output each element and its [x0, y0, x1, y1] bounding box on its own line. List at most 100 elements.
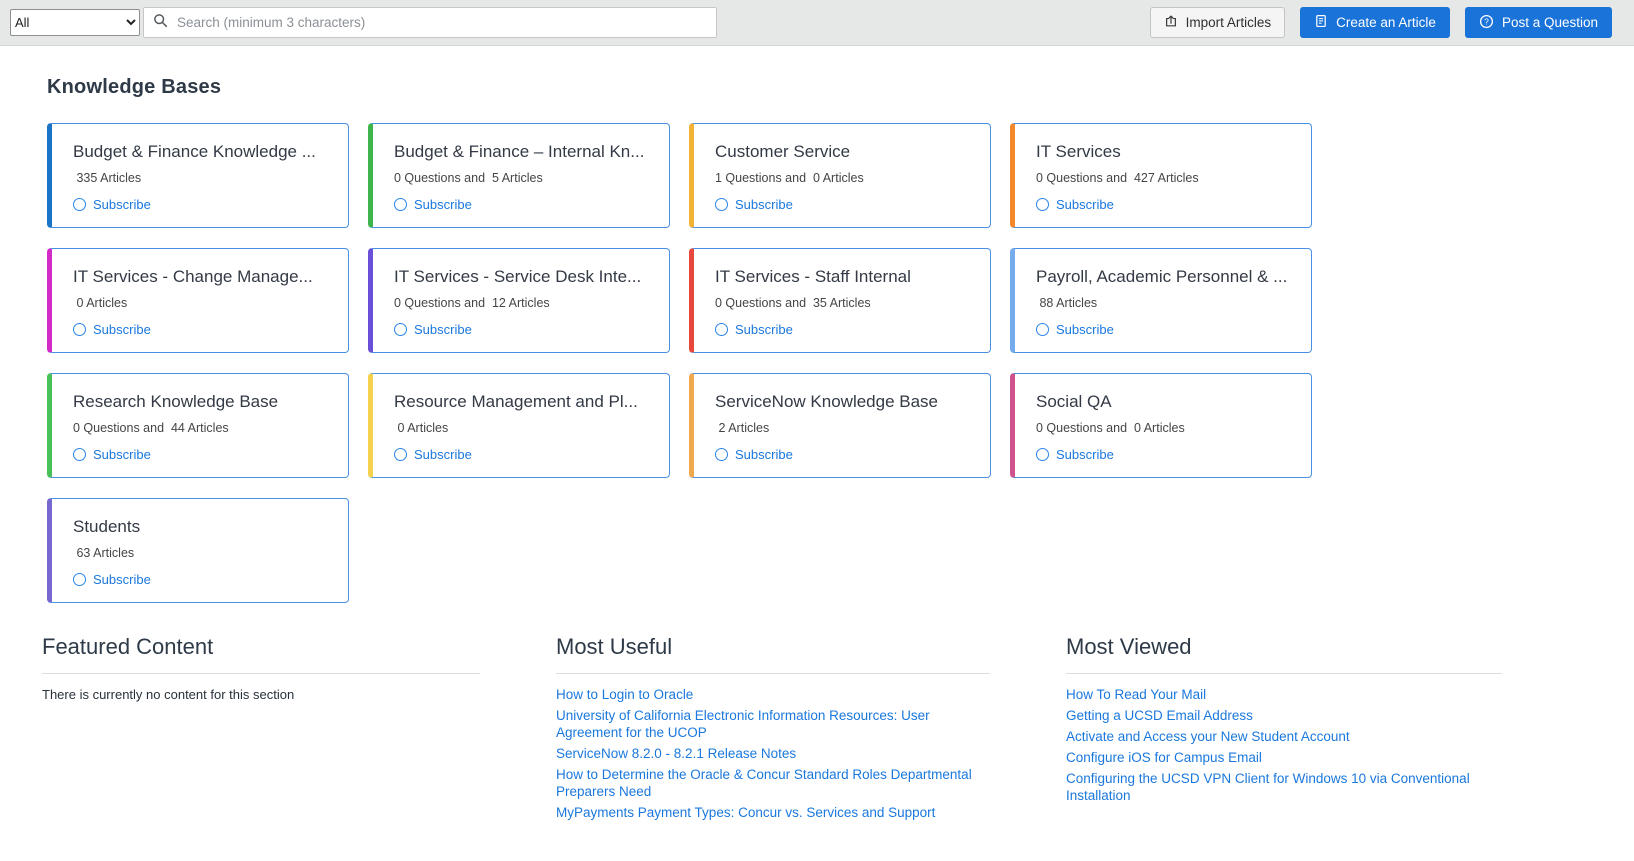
- subscribe-link[interactable]: Subscribe: [1036, 197, 1114, 212]
- knowledge-base-title: Social QA: [1036, 392, 1112, 411]
- page-title: Knowledge Bases: [47, 76, 222, 98]
- knowledge-base-title: Resource Management and Pl...: [394, 392, 638, 411]
- search-icon: [153, 13, 168, 33]
- knowledge-base-title: IT Services: [1036, 142, 1121, 161]
- subscribe-link[interactable]: Subscribe: [715, 447, 793, 462]
- article-link[interactable]: ServiceNow 8.2.0 - 8.2.1 Release Notes: [556, 746, 796, 761]
- list-item: ServiceNow 8.2.0 - 8.2.1 Release Notes: [556, 745, 990, 762]
- knowledge-base-count: 0 Questions and 5 Articles: [394, 171, 543, 185]
- subscribe-radio-icon: [394, 198, 407, 211]
- subscribe-link[interactable]: Subscribe: [715, 197, 793, 212]
- knowledge-base-title: ServiceNow Knowledge Base: [715, 392, 939, 411]
- knowledge-base-title: IT Services - Change Manage...: [73, 267, 313, 286]
- knowledge-base-count: 0 Articles: [394, 421, 449, 435]
- knowledge-base-title: IT Services - Service Desk Inte...: [394, 267, 642, 286]
- knowledge-base-count: 88 Articles: [1036, 296, 1098, 310]
- article-link[interactable]: Activate and Access your New Student Acc…: [1066, 729, 1350, 744]
- article-link[interactable]: Getting a UCSD Email Address: [1066, 708, 1253, 723]
- knowledge-base-card[interactable]: Budget & Finance Knowledge ... 335 Artic…: [47, 123, 349, 228]
- post-question-button[interactable]: ? Post a Question: [1464, 7, 1612, 38]
- knowledge-base-count: 0 Questions and 44 Articles: [73, 421, 229, 435]
- article-link[interactable]: Configure iOS for Campus Email: [1066, 750, 1262, 765]
- search-input[interactable]: [175, 14, 707, 31]
- bottom-sections: Featured Content There is currently no c…: [42, 634, 1634, 825]
- article-link[interactable]: University of California Electronic Info…: [556, 708, 930, 740]
- subscribe-link[interactable]: Subscribe: [73, 447, 151, 462]
- subscribe-link[interactable]: Subscribe: [73, 572, 151, 587]
- list-item: Configure iOS for Campus Email: [1066, 749, 1502, 766]
- subscribe-radio-icon: [73, 448, 86, 461]
- knowledge-base-card[interactable]: IT Services - Service Desk Inte... 0 Que…: [368, 248, 670, 353]
- article-link[interactable]: How to Login to Oracle: [556, 687, 693, 702]
- subscribe-radio-icon: [715, 323, 728, 336]
- create-article-button[interactable]: Create an Article: [1300, 7, 1450, 38]
- knowledge-base-card[interactable]: Payroll, Academic Personnel & ... 88 Art…: [1010, 248, 1312, 353]
- most-useful-title: Most Useful: [556, 634, 990, 674]
- subscribe-radio-icon: [73, 198, 86, 211]
- knowledge-base-card[interactable]: Budget & Finance – Internal Kn... 0 Ques…: [368, 123, 670, 228]
- import-articles-button[interactable]: Import Articles: [1149, 7, 1286, 38]
- subscribe-label: Subscribe: [93, 447, 151, 462]
- knowledge-base-card[interactable]: Social QA 0 Questions and 0 Articles Sub…: [1010, 373, 1312, 478]
- knowledge-base-count: 0 Questions and 12 Articles: [394, 296, 550, 310]
- subscribe-link[interactable]: Subscribe: [394, 322, 472, 337]
- article-link[interactable]: Configuring the UCSD VPN Client for Wind…: [1066, 771, 1470, 803]
- subscribe-label: Subscribe: [93, 572, 151, 587]
- subscribe-label: Subscribe: [1056, 447, 1114, 462]
- knowledge-base-card[interactable]: Customer Service 1 Questions and 0 Artic…: [689, 123, 991, 228]
- knowledge-base-card[interactable]: ServiceNow Knowledge Base 2 Articles Sub…: [689, 373, 991, 478]
- subscribe-label: Subscribe: [735, 197, 793, 212]
- subscribe-label: Subscribe: [735, 447, 793, 462]
- knowledge-base-card[interactable]: Research Knowledge Base 0 Questions and …: [47, 373, 349, 478]
- subscribe-link[interactable]: Subscribe: [73, 322, 151, 337]
- list-item: MyPayments Payment Types: Concur vs. Ser…: [556, 804, 990, 821]
- knowledge-base-title: Budget & Finance Knowledge ...: [73, 142, 316, 161]
- knowledge-base-filter-select[interactable]: All: [10, 9, 140, 36]
- article-link[interactable]: How to Determine the Oracle & Concur Sta…: [556, 767, 972, 799]
- subscribe-link[interactable]: Subscribe: [1036, 447, 1114, 462]
- knowledge-base-title: Payroll, Academic Personnel & ...: [1036, 267, 1288, 286]
- create-article-label: Create an Article: [1336, 15, 1436, 30]
- search-box: [143, 7, 717, 38]
- subscribe-radio-icon: [715, 198, 728, 211]
- subscribe-radio-icon: [1036, 323, 1049, 336]
- import-icon: [1164, 14, 1178, 31]
- list-item: Activate and Access your New Student Acc…: [1066, 728, 1502, 745]
- knowledge-base-count: 63 Articles: [73, 546, 135, 560]
- knowledge-base-count: 0 Questions and 35 Articles: [715, 296, 871, 310]
- subscribe-link[interactable]: Subscribe: [394, 197, 472, 212]
- knowledge-base-title: Budget & Finance – Internal Kn...: [394, 142, 645, 161]
- featured-content-empty-text: There is currently no content for this s…: [42, 687, 295, 702]
- subscribe-radio-icon: [1036, 198, 1049, 211]
- knowledge-base-count: 335 Articles: [73, 171, 142, 185]
- subscribe-radio-icon: [73, 323, 86, 336]
- list-item: University of California Electronic Info…: [556, 707, 990, 741]
- most-viewed-title: Most Viewed: [1066, 634, 1502, 674]
- list-item: How to Login to Oracle: [556, 686, 990, 703]
- article-document-icon: [1314, 14, 1328, 31]
- knowledge-base-grid: Budget & Finance Knowledge ... 335 Artic…: [47, 123, 1634, 603]
- knowledge-base-card[interactable]: IT Services 0 Questions and 427 Articles…: [1010, 123, 1312, 228]
- subscribe-link[interactable]: Subscribe: [1036, 322, 1114, 337]
- article-link[interactable]: How To Read Your Mail: [1066, 687, 1206, 702]
- subscribe-radio-icon: [715, 448, 728, 461]
- knowledge-base-count: 0 Articles: [73, 296, 128, 310]
- knowledge-base-title: Students: [73, 517, 141, 536]
- list-item: How to Determine the Oracle & Concur Sta…: [556, 766, 990, 800]
- subscribe-radio-icon: [394, 448, 407, 461]
- knowledge-base-card[interactable]: IT Services - Staff Internal 0 Questions…: [689, 248, 991, 353]
- knowledge-base-count: 0 Questions and 427 Articles: [1036, 171, 1199, 185]
- knowledge-base-card[interactable]: IT Services - Change Manage... 0 Article…: [47, 248, 349, 353]
- list-item: Configuring the UCSD VPN Client for Wind…: [1066, 770, 1502, 804]
- knowledge-base-card[interactable]: Students 63 Articles Subscribe: [47, 498, 349, 603]
- most-viewed-section: Most Viewed How To Read Your Mail Gettin…: [1066, 634, 1502, 808]
- subscribe-link[interactable]: Subscribe: [715, 322, 793, 337]
- article-link[interactable]: MyPayments Payment Types: Concur vs. Ser…: [556, 805, 935, 820]
- subscribe-label: Subscribe: [414, 322, 472, 337]
- knowledge-base-card[interactable]: Resource Management and Pl... 0 Articles…: [368, 373, 670, 478]
- subscribe-link[interactable]: Subscribe: [394, 447, 472, 462]
- most-viewed-list: How To Read Your Mail Getting a UCSD Ema…: [1066, 686, 1502, 804]
- subscribe-link[interactable]: Subscribe: [73, 197, 151, 212]
- knowledge-base-title: Research Knowledge Base: [73, 392, 279, 411]
- subscribe-label: Subscribe: [1056, 197, 1114, 212]
